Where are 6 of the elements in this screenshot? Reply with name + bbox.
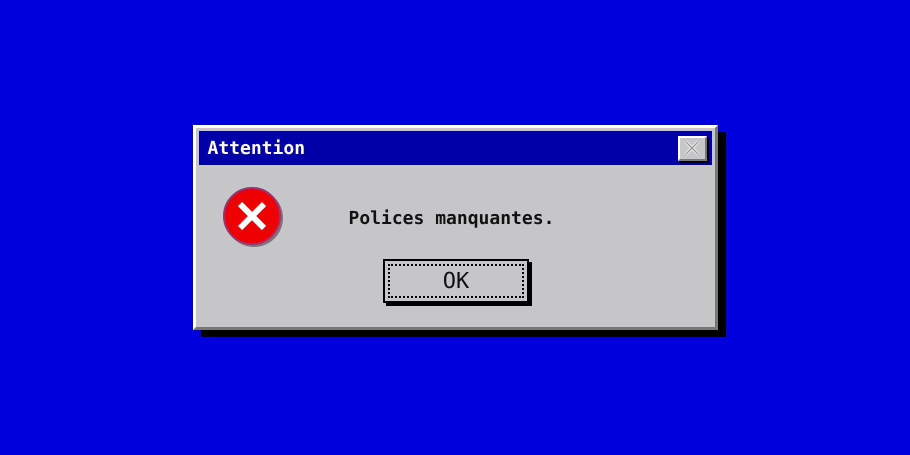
close-icon bbox=[684, 140, 700, 156]
close-button[interactable] bbox=[678, 136, 706, 160]
window-title: Attention bbox=[208, 136, 306, 160]
message-text: Polices manquantes. bbox=[348, 206, 554, 230]
ok-button[interactable]: OK bbox=[383, 259, 529, 303]
error-icon bbox=[222, 187, 284, 249]
